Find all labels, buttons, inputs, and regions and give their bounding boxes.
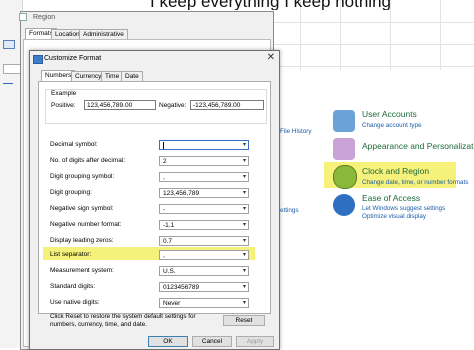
region-icon	[19, 13, 27, 21]
change-account-type-link[interactable]: Change account type	[362, 122, 422, 129]
decimal-symbol-label: Decimal symbol:	[50, 141, 98, 148]
background-field	[3, 64, 21, 74]
digits-after-decimal-label: No. of digits after decimal:	[50, 157, 126, 164]
reset-button[interactable]: Reset	[223, 315, 265, 326]
clock-region-title[interactable]: Clock and Region	[362, 166, 429, 176]
chevron-down-icon: ▾	[242, 222, 246, 228]
negative-sign-combo[interactable]: - ▾	[159, 204, 249, 214]
standard-digits-label: Standard digits:	[50, 283, 96, 290]
chevron-down-icon: ▾	[242, 252, 246, 258]
digits-after-decimal-combo[interactable]: 2 ▾	[159, 156, 249, 166]
clock-icon[interactable]	[333, 165, 357, 189]
chevron-down-icon: ▾	[242, 284, 246, 290]
grid-line	[270, 66, 474, 67]
native-digits-label: Use native digits:	[50, 299, 100, 306]
change-formats-link[interactable]: Change date, time, or number formats	[362, 179, 468, 186]
banner-text: I keep everything I keep nothing	[150, 0, 391, 10]
reset-description: Click Reset to restore the system defaul…	[50, 313, 196, 328]
customize-format-dialog: Customize Format ✕ Numbers Currency Time…	[29, 50, 280, 350]
measurement-system-combo[interactable]: U.S. ▾	[159, 266, 249, 276]
cancel-button[interactable]: Cancel	[192, 336, 232, 347]
digit-grouping-label: Digit grouping:	[50, 189, 92, 196]
region-title: Region	[33, 14, 56, 21]
leading-zeros-label: Display leading zeros:	[50, 237, 114, 244]
chevron-down-icon: ▾	[242, 238, 246, 244]
digit-grouping-combo[interactable]: 123,456,789 ▾	[159, 188, 249, 198]
chevron-down-icon: ▾	[242, 142, 246, 148]
decimal-symbol-combo[interactable]: ▾	[159, 140, 249, 150]
customize-format-title: Customize Format	[44, 55, 102, 62]
user-accounts-icon[interactable]	[333, 110, 355, 132]
tab-date[interactable]: Date	[121, 71, 143, 81]
file-history-link[interactable]: File History	[280, 128, 312, 135]
ease-of-access-title[interactable]: Ease of Access	[362, 193, 420, 203]
background-link[interactable]	[3, 83, 13, 84]
negative-number-format-label: Negative number format:	[50, 221, 122, 228]
customize-format-icon	[33, 55, 43, 64]
chevron-down-icon: ▾	[242, 174, 246, 180]
positive-label: Positive:	[51, 102, 76, 109]
digit-grouping-symbol-combo[interactable]: , ▾	[159, 172, 249, 182]
suggest-settings-link[interactable]: Let Windows suggest settings	[362, 205, 445, 212]
negative-example: -123,456,789.00	[190, 100, 264, 110]
chevron-down-icon: ▾	[242, 268, 246, 274]
standard-digits-combo[interactable]: 0123456789 ▾	[159, 282, 249, 292]
grid-line	[300, 0, 301, 70]
measurement-system-label: Measurement system:	[50, 267, 114, 274]
leading-zeros-combo[interactable]: 0.7 ▾	[159, 236, 249, 246]
settings-link[interactable]: ettings	[280, 207, 299, 214]
digit-grouping-symbol-label: Digit grouping symbol:	[50, 173, 115, 180]
grid-line	[390, 0, 391, 70]
grid-line	[270, 44, 474, 45]
tab-time[interactable]: Time	[101, 71, 124, 81]
chevron-down-icon: ▾	[242, 300, 246, 306]
negative-number-format-combo[interactable]: -1.1 ▾	[159, 220, 249, 230]
close-icon[interactable]: ✕	[267, 52, 275, 63]
example-label: Example	[51, 90, 77, 97]
ok-button[interactable]: OK	[148, 336, 188, 347]
grid-line	[340, 0, 341, 70]
grid-line	[270, 22, 474, 23]
chevron-down-icon: ▾	[242, 206, 246, 212]
grid-line	[440, 0, 441, 70]
negative-label: Negative:	[159, 102, 187, 109]
list-separator-combo[interactable]: , ▾	[159, 250, 249, 260]
apply-button[interactable]: Apply	[236, 336, 274, 347]
list-separator-label: List separator:	[50, 251, 92, 258]
appearance-title[interactable]: Appearance and Personalization	[362, 141, 474, 151]
ease-of-access-icon[interactable]	[333, 194, 355, 216]
window-icon	[3, 40, 15, 49]
appearance-icon[interactable]	[333, 138, 355, 160]
tab-administrative[interactable]: Administrative	[79, 29, 128, 39]
optimize-display-link[interactable]: Optimize visual display	[362, 213, 426, 220]
chevron-down-icon: ▾	[242, 158, 246, 164]
native-digits-combo[interactable]: Never ▾	[159, 298, 249, 308]
user-accounts-title[interactable]: User Accounts	[362, 109, 417, 119]
positive-example: 123,456,789.00	[84, 100, 156, 110]
negative-sign-label: Negative sign symbol:	[50, 205, 114, 212]
chevron-down-icon: ▾	[242, 190, 246, 196]
